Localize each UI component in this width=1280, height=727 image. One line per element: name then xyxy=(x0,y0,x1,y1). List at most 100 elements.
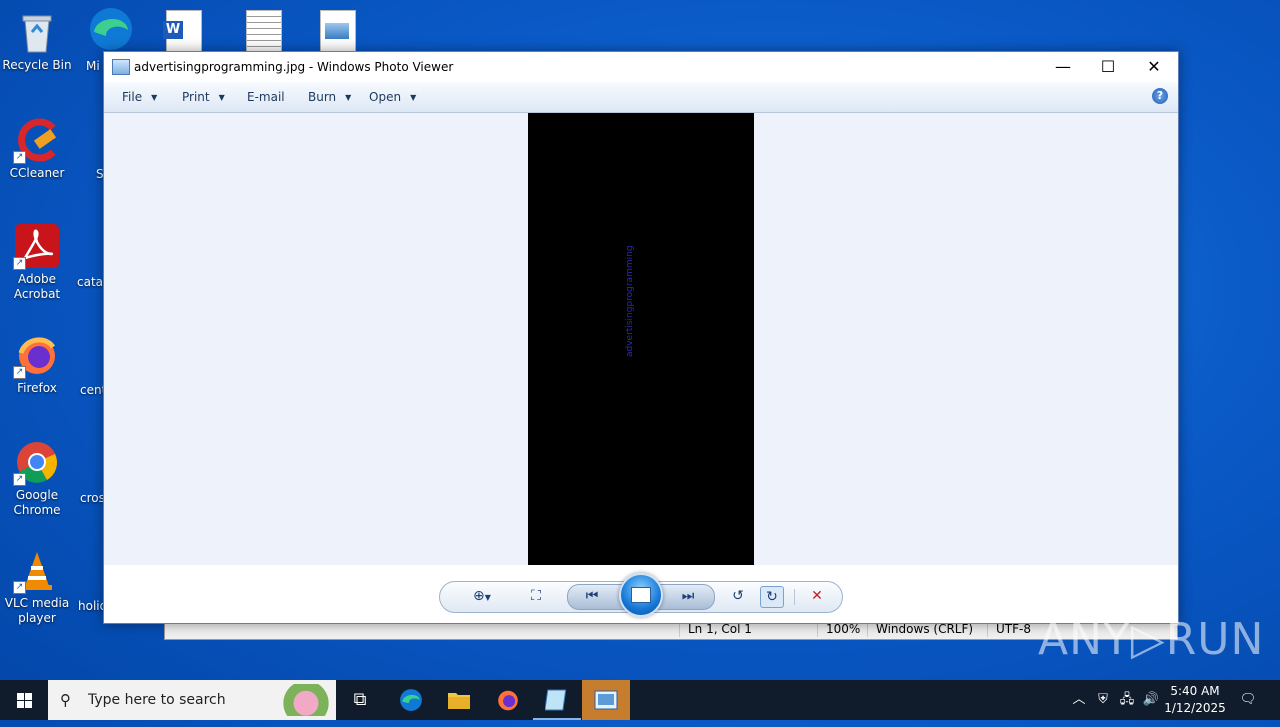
firefox-icon xyxy=(498,690,518,711)
maximize-button[interactable]: ☐ xyxy=(1085,52,1131,82)
show-hidden-icons-button[interactable]: ︿ xyxy=(1068,680,1090,720)
actual-size-button[interactable]: ⛶ xyxy=(525,586,547,606)
shortcut-arrow-icon: ↗ xyxy=(13,581,26,594)
zoom-icon: ⊕ xyxy=(473,588,485,604)
menu-print-label: Print xyxy=(182,90,210,104)
start-button[interactable] xyxy=(0,680,48,720)
vlc-cone-icon: ↗ xyxy=(13,548,59,594)
menu-open-label: Open xyxy=(369,90,402,104)
clock-time: 5:40 AM xyxy=(1170,684,1220,698)
slideshow-button[interactable] xyxy=(619,573,663,617)
rotate-counterclockwise-button[interactable]: ↺ xyxy=(727,586,749,606)
task-view-button[interactable]: ⧉ xyxy=(336,680,384,720)
firefox-icon: ↗ xyxy=(13,333,59,379)
desktop-icon-edge[interactable] xyxy=(86,6,136,52)
task-view-icon: ⧉ xyxy=(353,689,367,710)
desktop-icon-vlc[interactable]: ↗ VLC media player xyxy=(0,548,74,626)
taskbar: ⚲ Type here to search ⧉ ︿ ⛨ 🖧 🔊 5:40 AM … xyxy=(0,680,1280,720)
word-document-icon: W xyxy=(163,10,202,54)
rotate-right-icon: ↻ xyxy=(766,589,778,605)
fit-window-icon: ⛶ xyxy=(531,588,541,604)
chevron-down-icon: ▼ xyxy=(410,93,417,102)
menu-file-label: File xyxy=(122,90,143,104)
menu-burn-label: Burn xyxy=(308,90,337,104)
desktop-icon-recycle-bin[interactable]: Recycle Bin xyxy=(0,10,74,73)
tray-security-icon[interactable]: ⛨ xyxy=(1092,680,1114,720)
desktop-icon-label: CCleaner xyxy=(9,166,65,180)
taskbar-search-box[interactable]: ⚲ Type here to search xyxy=(48,680,336,720)
previous-button[interactable]: ⏮ xyxy=(581,586,603,606)
menu-open[interactable]: Open ▼ xyxy=(369,82,416,112)
menu-print[interactable]: Print ▼ xyxy=(182,82,225,112)
image-viewport[interactable]: advertisingprogramming xyxy=(104,113,1178,565)
delete-button[interactable]: ✕ xyxy=(806,586,828,606)
chevron-down-icon: ▼ xyxy=(484,593,491,602)
desktop-icon-label: Adobe Acrobat xyxy=(13,272,61,301)
taskbar-notepad[interactable] xyxy=(533,680,581,720)
desktop-icon-label: Firefox xyxy=(17,381,57,395)
ccleaner-icon: ↗ xyxy=(13,118,59,164)
desktop-icon-google-chrome[interactable]: ↗ Google Chrome xyxy=(0,440,74,518)
tray-volume-icon[interactable]: 🔊 xyxy=(1140,680,1162,720)
google-chrome-icon: ↗ xyxy=(13,440,59,486)
desktop-icon-label: Google Chrome xyxy=(13,488,61,517)
folder-icon xyxy=(448,693,470,709)
desktop-icon-adobe-acrobat[interactable]: ↗ Adobe Acrobat xyxy=(0,224,74,302)
partial-label-catal: catal xyxy=(77,275,107,289)
desktop-icon-word-doc[interactable]: W xyxy=(163,10,204,54)
help-icon[interactable]: ? xyxy=(1152,88,1168,104)
recycle-bin-icon xyxy=(15,10,59,54)
next-icon: ⏭ xyxy=(681,588,695,604)
chevron-down-icon: ▼ xyxy=(218,93,225,102)
slideshow-icon xyxy=(631,587,651,603)
action-center-button[interactable]: 🗨 xyxy=(1234,680,1262,720)
anyrun-watermark: ANY▷RUN xyxy=(1038,614,1265,665)
next-button[interactable]: ⏭ xyxy=(677,586,699,606)
previous-icon: ⏮ xyxy=(585,588,599,604)
photo-viewer-app-icon xyxy=(112,59,130,75)
search-highlight-image xyxy=(270,684,330,716)
edge-icon xyxy=(90,8,132,50)
text-document-icon xyxy=(246,10,282,54)
desktop-icon-text-doc[interactable] xyxy=(246,10,282,54)
taskbar-edge[interactable] xyxy=(387,680,435,720)
taskbar-clock[interactable]: 5:40 AM 1/12/2025 xyxy=(1160,683,1230,717)
taskbar-file-explorer[interactable] xyxy=(435,680,483,720)
desktop-icon-ccleaner[interactable]: ↗ CCleaner xyxy=(0,118,74,181)
desktop-icon-firefox[interactable]: ↗ Firefox xyxy=(0,333,74,396)
partial-label-cros: cros xyxy=(80,491,105,505)
title-bar[interactable]: advertisingprogramming.jpg - Windows Pho… xyxy=(104,52,1178,82)
menu-email[interactable]: E-mail xyxy=(247,82,285,112)
edge-icon xyxy=(400,689,422,711)
minimize-button[interactable]: — xyxy=(1040,52,1086,82)
taskbar-firefox[interactable] xyxy=(484,680,532,720)
speaker-icon: 🔊 xyxy=(1142,692,1160,707)
menu-file[interactable]: File ▼ xyxy=(122,82,157,112)
playback-controls: ⊕▼ ⛶ ⏮ ⏭ ↺ ↻ ✕ xyxy=(104,565,1178,623)
chevron-up-icon: ︿ xyxy=(1072,692,1086,707)
rotate-left-icon: ↺ xyxy=(732,588,744,604)
partial-label-mi: Mi xyxy=(86,59,100,73)
delete-x-icon: ✕ xyxy=(811,588,823,604)
zoom-button[interactable]: ⊕▼ xyxy=(466,586,498,606)
shield-icon: ⛨ xyxy=(1098,692,1108,707)
shortcut-arrow-icon: ↗ xyxy=(13,473,26,486)
window-title: advertisingprogramming.jpg - Windows Pho… xyxy=(134,60,454,74)
shortcut-arrow-icon: ↗ xyxy=(13,366,26,379)
menu-burn[interactable]: Burn ▼ xyxy=(308,82,351,112)
desktop-icon-label: Recycle Bin xyxy=(2,58,72,72)
photo-viewer-icon xyxy=(594,690,618,710)
chevron-down-icon: ▼ xyxy=(345,93,352,102)
taskbar-photo-viewer[interactable] xyxy=(582,680,630,720)
chevron-down-icon: ▼ xyxy=(151,93,158,102)
menu-email-label: E-mail xyxy=(247,90,285,104)
adobe-acrobat-icon: ↗ xyxy=(13,224,59,270)
close-button[interactable]: ✕ xyxy=(1131,52,1177,82)
desktop-icon-image-doc[interactable] xyxy=(320,10,356,54)
notepad-icon xyxy=(544,689,567,711)
command-bar: File ▼ Print ▼ E-mail Burn ▼ Open ▼ ? xyxy=(104,82,1178,113)
search-icon: ⚲ xyxy=(60,691,71,709)
displayed-photo: advertisingprogramming xyxy=(528,113,754,565)
tray-network-icon[interactable]: 🖧 xyxy=(1116,680,1138,720)
rotate-clockwise-button[interactable]: ↻ xyxy=(760,586,784,608)
